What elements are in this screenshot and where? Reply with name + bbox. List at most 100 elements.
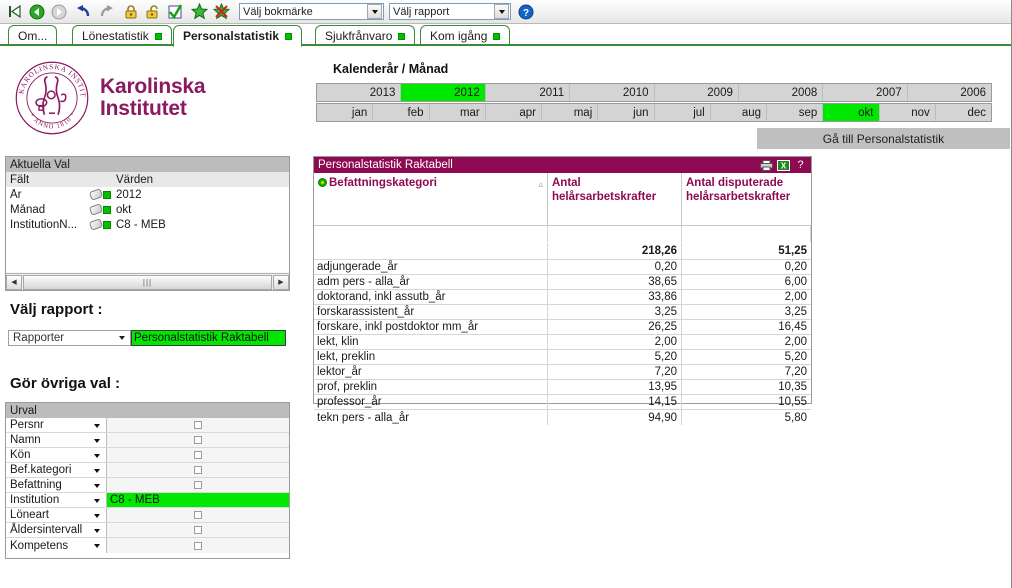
clear-field-icon[interactable] <box>88 203 104 216</box>
cell-kategori[interactable]: adjungerade_år <box>314 260 548 274</box>
chevron-down-icon[interactable] <box>94 454 100 458</box>
tab-lonestatistik[interactable]: Lönestatistik <box>72 25 172 46</box>
urval-label[interactable]: Åldersintervall <box>6 523 106 537</box>
clear-field-icon[interactable] <box>88 218 104 231</box>
chevron-down-icon[interactable] <box>119 336 125 340</box>
cell-kategori[interactable]: lektor_år <box>314 365 548 379</box>
table-row[interactable]: forskare, inkl postdoktor mm_år 26,25 16… <box>314 320 811 335</box>
tab-om[interactable]: Om... <box>8 25 58 46</box>
urval-label[interactable]: Kompetens <box>6 538 106 553</box>
cell-kategori[interactable]: tekn pers - alla_år <box>314 410 548 425</box>
print-icon[interactable] <box>759 159 774 172</box>
urval-label[interactable]: Bef.kategori <box>6 463 106 477</box>
export-excel-icon[interactable]: X <box>776 159 791 172</box>
clear-field-icon[interactable] <box>88 188 104 201</box>
urval-value-institution[interactable]: C8 - MEB <box>106 493 289 507</box>
lock-state-icon[interactable] <box>103 205 111 214</box>
urval-value-befkategori[interactable] <box>106 463 289 477</box>
checkbox-icon[interactable] <box>194 481 202 489</box>
tab-sjukfranvaro[interactable]: Sjukfrånvaro <box>315 25 416 46</box>
cyclic-dimension-icon[interactable] <box>318 178 327 187</box>
chevron-down-icon[interactable] <box>94 544 100 548</box>
report-dropdown[interactable]: Rapporter <box>8 330 131 346</box>
table-row[interactable]: forskarassistent_år 3,25 3,25 <box>314 305 811 320</box>
month-cell-aug[interactable]: aug <box>710 104 767 121</box>
column-header-befattningskategori[interactable]: Befattningskategori ▵ <box>314 173 548 225</box>
checkbox-icon[interactable] <box>194 526 202 534</box>
urval-label[interactable]: Persnr <box>6 418 106 432</box>
cell-kategori[interactable]: doktorand, inkl assutb_år <box>314 290 548 304</box>
selection-row-ar[interactable]: År 2012 <box>6 187 289 202</box>
cell-kategori[interactable]: adm pers - alla_år <box>314 275 548 289</box>
urval-label[interactable]: Institution <box>6 493 106 507</box>
table-row[interactable]: professor_år 14,15 10,55 <box>314 395 811 410</box>
selected-report-value[interactable]: Personalstatistik Raktabell <box>131 330 286 346</box>
cell-kategori[interactable]: lekt, klin <box>314 335 548 349</box>
redo-icon[interactable] <box>95 2 116 22</box>
back-icon[interactable] <box>26 2 47 22</box>
tab-personalstatistik[interactable]: Personalstatistik <box>173 25 303 47</box>
checkbox-icon[interactable] <box>194 451 202 459</box>
help-icon[interactable]: ? <box>515 2 536 22</box>
checkbox-icon[interactable] <box>164 2 185 22</box>
help-icon[interactable]: ? <box>793 159 808 172</box>
urval-label[interactable]: Befattning <box>6 478 106 492</box>
lock-state-icon[interactable] <box>103 190 111 199</box>
month-cell-mar[interactable]: mar <box>429 104 486 121</box>
urval-value-aldersintervall[interactable] <box>106 523 289 537</box>
table-row[interactable]: adjungerade_år 0,20 0,20 <box>314 260 811 275</box>
cell-kategori[interactable]: prof, preklin <box>314 380 548 394</box>
undo-icon[interactable] <box>73 2 94 22</box>
checkbox-icon[interactable] <box>194 541 202 550</box>
table-row[interactable]: prof, preklin 13,95 10,35 <box>314 380 811 395</box>
month-cell-dec[interactable]: dec <box>935 104 991 121</box>
year-cell-2013[interactable]: 2013 <box>317 84 402 101</box>
checkbox-icon[interactable] <box>194 466 202 474</box>
month-cell-apr[interactable]: apr <box>485 104 542 121</box>
table-row[interactable]: lekt, preklin 5,20 5,20 <box>314 350 811 365</box>
chevron-down-icon[interactable] <box>94 484 100 488</box>
chevron-down-icon[interactable] <box>94 469 100 473</box>
month-cell-jun[interactable]: jun <box>598 104 655 121</box>
urval-label[interactable]: Namn <box>6 433 106 447</box>
month-cell-jul[interactable]: jul <box>654 104 711 121</box>
chevron-down-icon[interactable] <box>94 529 100 533</box>
sort-indicator-icon[interactable]: ▵ <box>538 177 543 191</box>
selection-row-manad[interactable]: Månad okt <box>6 202 289 217</box>
checkbox-icon[interactable] <box>194 511 202 519</box>
chevron-down-icon[interactable] <box>494 4 509 19</box>
horizontal-scrollbar[interactable]: ◀ ||| ▶ <box>6 273 289 290</box>
column-header-antal-disputerade[interactable]: Antal disputerade helårsarbetskrafter <box>682 173 811 225</box>
year-cell-2007[interactable]: 2007 <box>823 84 908 101</box>
chevron-down-icon[interactable] <box>94 424 100 428</box>
month-cell-sep[interactable]: sep <box>767 104 824 121</box>
go-to-personalstatistik-button[interactable]: Gå till Personalstatistik <box>757 128 1010 149</box>
cell-kategori[interactable]: lekt, preklin <box>314 350 548 364</box>
urval-value-befattning[interactable] <box>106 478 289 492</box>
column-header-antal-helarsarbetskrafter[interactable]: Antal helårsarbetskrafter <box>548 173 682 225</box>
table-row[interactable]: lekt, klin 2,00 2,00 <box>314 335 811 350</box>
unlock-icon[interactable] <box>142 2 163 22</box>
table-row[interactable]: doktorand, inkl assutb_år 33,86 2,00 <box>314 290 811 305</box>
bookmark-select[interactable]: Välj bokmärke <box>239 3 384 20</box>
report-select[interactable]: Välj rapport <box>389 3 511 20</box>
urval-value-kon[interactable] <box>106 448 289 462</box>
table-row[interactable]: adm pers - alla_år 38,65 6,00 <box>314 275 811 290</box>
lock-state-icon[interactable] <box>103 220 111 229</box>
tab-kom-igang[interactable]: Kom igång <box>420 25 511 46</box>
urval-label[interactable]: Löneart <box>6 508 106 522</box>
month-cell-jan[interactable]: jan <box>317 104 374 121</box>
lock-icon[interactable] <box>120 2 141 22</box>
month-cell-feb[interactable]: feb <box>373 104 430 121</box>
table-row[interactable]: tekn pers - alla_år 94,90 5,80 <box>314 410 811 425</box>
scrollbar-thumb[interactable]: ||| <box>23 274 272 290</box>
year-cell-2008[interactable]: 2008 <box>738 84 824 101</box>
urval-label[interactable]: Kön <box>6 448 106 462</box>
urval-value-namn[interactable] <box>106 433 289 447</box>
forward-icon[interactable] <box>48 2 69 22</box>
checkbox-icon[interactable] <box>194 421 202 429</box>
cell-kategori[interactable]: forskare, inkl postdoktor mm_år <box>314 320 548 334</box>
month-cell-okt[interactable]: okt <box>823 104 880 121</box>
year-cell-2011[interactable]: 2011 <box>485 84 571 101</box>
chevron-down-icon[interactable] <box>367 4 382 19</box>
